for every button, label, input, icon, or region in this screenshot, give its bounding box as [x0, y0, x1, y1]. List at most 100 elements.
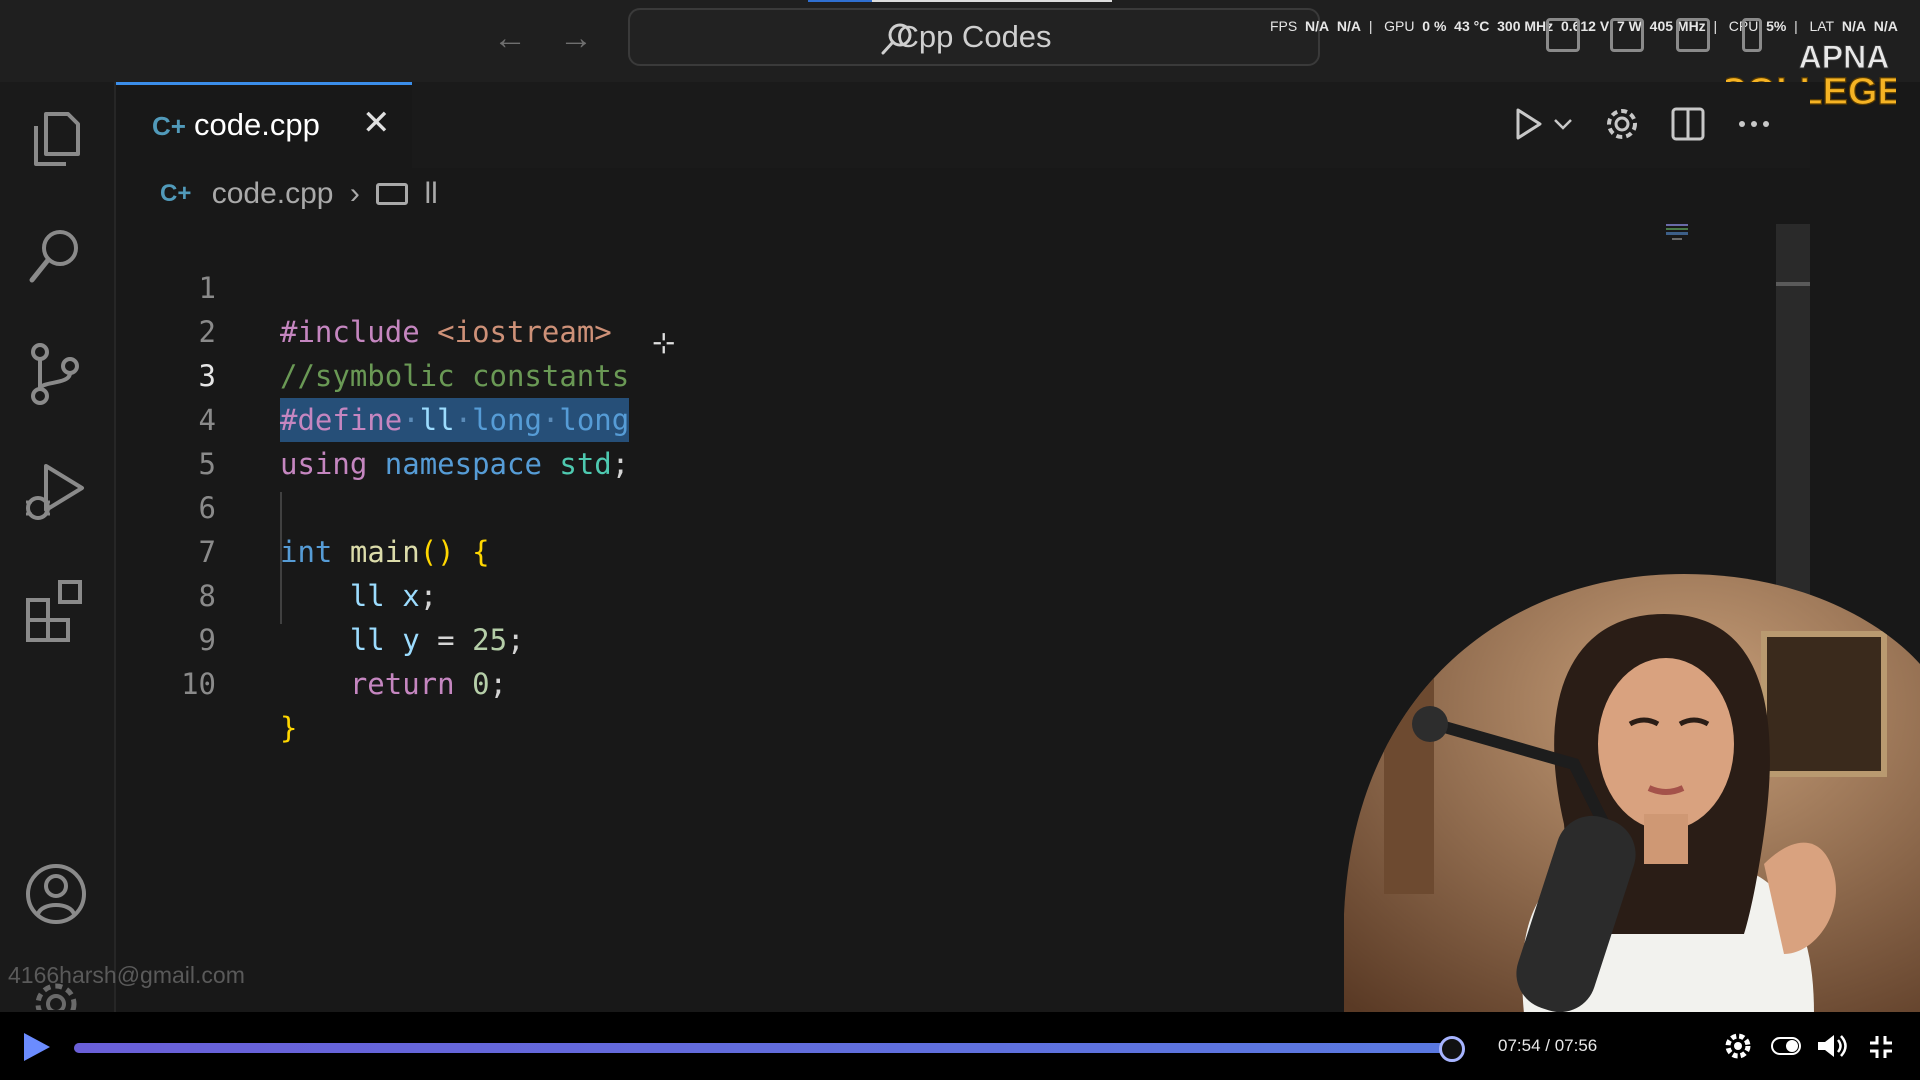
token: { — [472, 535, 490, 569]
token: #define — [280, 403, 403, 437]
toggle-panel-icon[interactable] — [1610, 18, 1644, 52]
cpu-usage: 5% — [1766, 18, 1787, 34]
more-actions-icon[interactable] — [1736, 118, 1772, 130]
seek-bar-fill — [74, 1043, 1453, 1053]
tab-label: code.cpp — [194, 107, 320, 142]
fps-value: N/A — [1305, 18, 1330, 34]
seek-bar[interactable] — [74, 1036, 1466, 1062]
title-bar: ← → Cpp Codes FPS N/A N/A | GPU 0 % 43 °… — [0, 0, 1920, 82]
token: <iostream> — [437, 315, 612, 349]
code-line: 6 int main() { — [116, 442, 490, 569]
token: ; — [611, 447, 630, 481]
token: namespace — [384, 447, 542, 481]
scrollbar-thumb[interactable] — [1776, 282, 1810, 286]
text-cursor-icon: ⊹ — [652, 327, 676, 358]
code-line: 4 using namespace std; — [116, 354, 630, 481]
explorer-icon[interactable] — [22, 104, 90, 172]
code-line: 5 — [116, 398, 216, 481]
close-icon[interactable]: ✕ — [362, 103, 391, 143]
title-accent-line — [808, 0, 872, 2]
lat-value-2: N/A — [1873, 18, 1898, 34]
breadcrumb-symbol[interactable]: ll — [425, 177, 438, 211]
account-email-watermark: 4166harsh@gmail.com — [8, 962, 245, 988]
editor-tab-bar: C+ code.cpp ✕ — [116, 82, 1810, 168]
token: 25 — [472, 623, 508, 657]
token: long — [559, 403, 630, 437]
code-line: 7 ll x; — [116, 486, 438, 613]
token: } — [280, 711, 298, 745]
breadcrumb: C+ code.cpp › ll — [160, 176, 438, 216]
token: x — [402, 579, 420, 613]
ambient-mode-icon[interactable] — [1770, 1036, 1802, 1056]
code-line: 8 ll y = 25; — [116, 530, 525, 657]
play-icon[interactable] — [20, 1030, 52, 1064]
gpu-clock: 300 MHz — [1497, 18, 1554, 34]
token: return — [349, 667, 455, 701]
token: () — [419, 535, 455, 569]
token: ; — [507, 623, 525, 657]
settings-gear-icon[interactable] — [1724, 1032, 1752, 1060]
vertical-scrollbar[interactable] — [1776, 224, 1810, 604]
source-control-icon[interactable] — [22, 340, 90, 408]
symbol-constant-icon — [376, 183, 409, 206]
code-line: 1 #include <iostream> — [116, 222, 612, 349]
token: 0 — [472, 667, 490, 701]
selection-highlight: #define·ll·long·long — [280, 398, 630, 442]
chevron-down-icon[interactable] — [1552, 116, 1574, 132]
token: main — [349, 535, 420, 569]
chevron-right-icon: › — [349, 177, 360, 211]
minimap[interactable] — [1664, 222, 1692, 246]
title-top-line — [872, 0, 1112, 2]
breadcrumb-file[interactable]: code.cpp — [212, 177, 334, 211]
token: ll — [349, 623, 385, 657]
toggle-primary-sidebar-icon[interactable] — [1546, 18, 1580, 52]
token: int — [280, 535, 333, 569]
forward-arrow-icon[interactable]: → — [556, 18, 596, 58]
gpu-usage: 0 % — [1422, 18, 1447, 34]
performance-overlay: FPS N/A N/A | GPU 0 % 43 °C 300 MHz 0.61… — [1270, 18, 1898, 34]
cpp-file-icon: C+ — [160, 180, 192, 208]
token: ; — [419, 579, 438, 613]
account-icon[interactable] — [22, 860, 90, 928]
activity-bar — [0, 82, 116, 1012]
video-player-controls: 07:54 / 07:56 — [0, 1012, 1920, 1080]
split-editor-icon[interactable] — [1670, 104, 1706, 144]
fps-label: FPS — [1270, 18, 1298, 34]
presenter-webcam — [1344, 574, 1920, 1014]
volume-icon[interactable] — [1816, 1032, 1848, 1060]
token: ll — [349, 579, 385, 613]
svg-text:APNA: APNA — [1799, 39, 1890, 75]
settings-gear-icon[interactable] — [1602, 104, 1642, 144]
tab-code-cpp[interactable]: C+ code.cpp ✕ — [116, 82, 412, 168]
code-line: 2 //symbolic constants — [116, 266, 630, 393]
exit-fullscreen-icon[interactable] — [1868, 1034, 1894, 1060]
run-and-debug-icon[interactable] — [22, 458, 90, 526]
line-number: 10 — [181, 667, 216, 701]
code-line: 10 } — [116, 618, 297, 745]
gpu-label: GPU — [1384, 18, 1415, 34]
playback-time: 07:54 / 07:56 — [1498, 1036, 1598, 1055]
search-icon[interactable] — [22, 222, 90, 290]
token: ; — [489, 667, 508, 701]
token: long — [472, 403, 542, 437]
extensions-icon[interactable] — [22, 576, 90, 644]
command-center-search[interactable]: Cpp Codes — [628, 8, 1320, 66]
fps-value-2: N/A — [1336, 18, 1362, 34]
gpu-temp: 43 °C — [1454, 18, 1490, 34]
token: std — [559, 447, 612, 481]
command-center-label: Cpp Codes — [896, 19, 1052, 54]
lat-value: N/A — [1841, 18, 1866, 34]
token: y — [402, 623, 420, 657]
indent-guide — [280, 492, 282, 624]
token: ll — [419, 403, 455, 437]
lat-label: LAT — [1809, 18, 1835, 34]
toggle-secondary-sidebar-icon[interactable] — [1676, 18, 1710, 52]
back-arrow-icon[interactable]: ← — [490, 18, 530, 58]
code-line-selected: 3 #define·ll·long·long — [116, 310, 630, 442]
comment-token: //symbolic constants — [280, 359, 630, 393]
seek-bar-knob[interactable] — [1439, 1036, 1466, 1062]
token: using — [280, 447, 368, 481]
token: #include — [280, 315, 420, 349]
token: = — [437, 623, 455, 657]
run-icon[interactable] — [1510, 104, 1546, 144]
